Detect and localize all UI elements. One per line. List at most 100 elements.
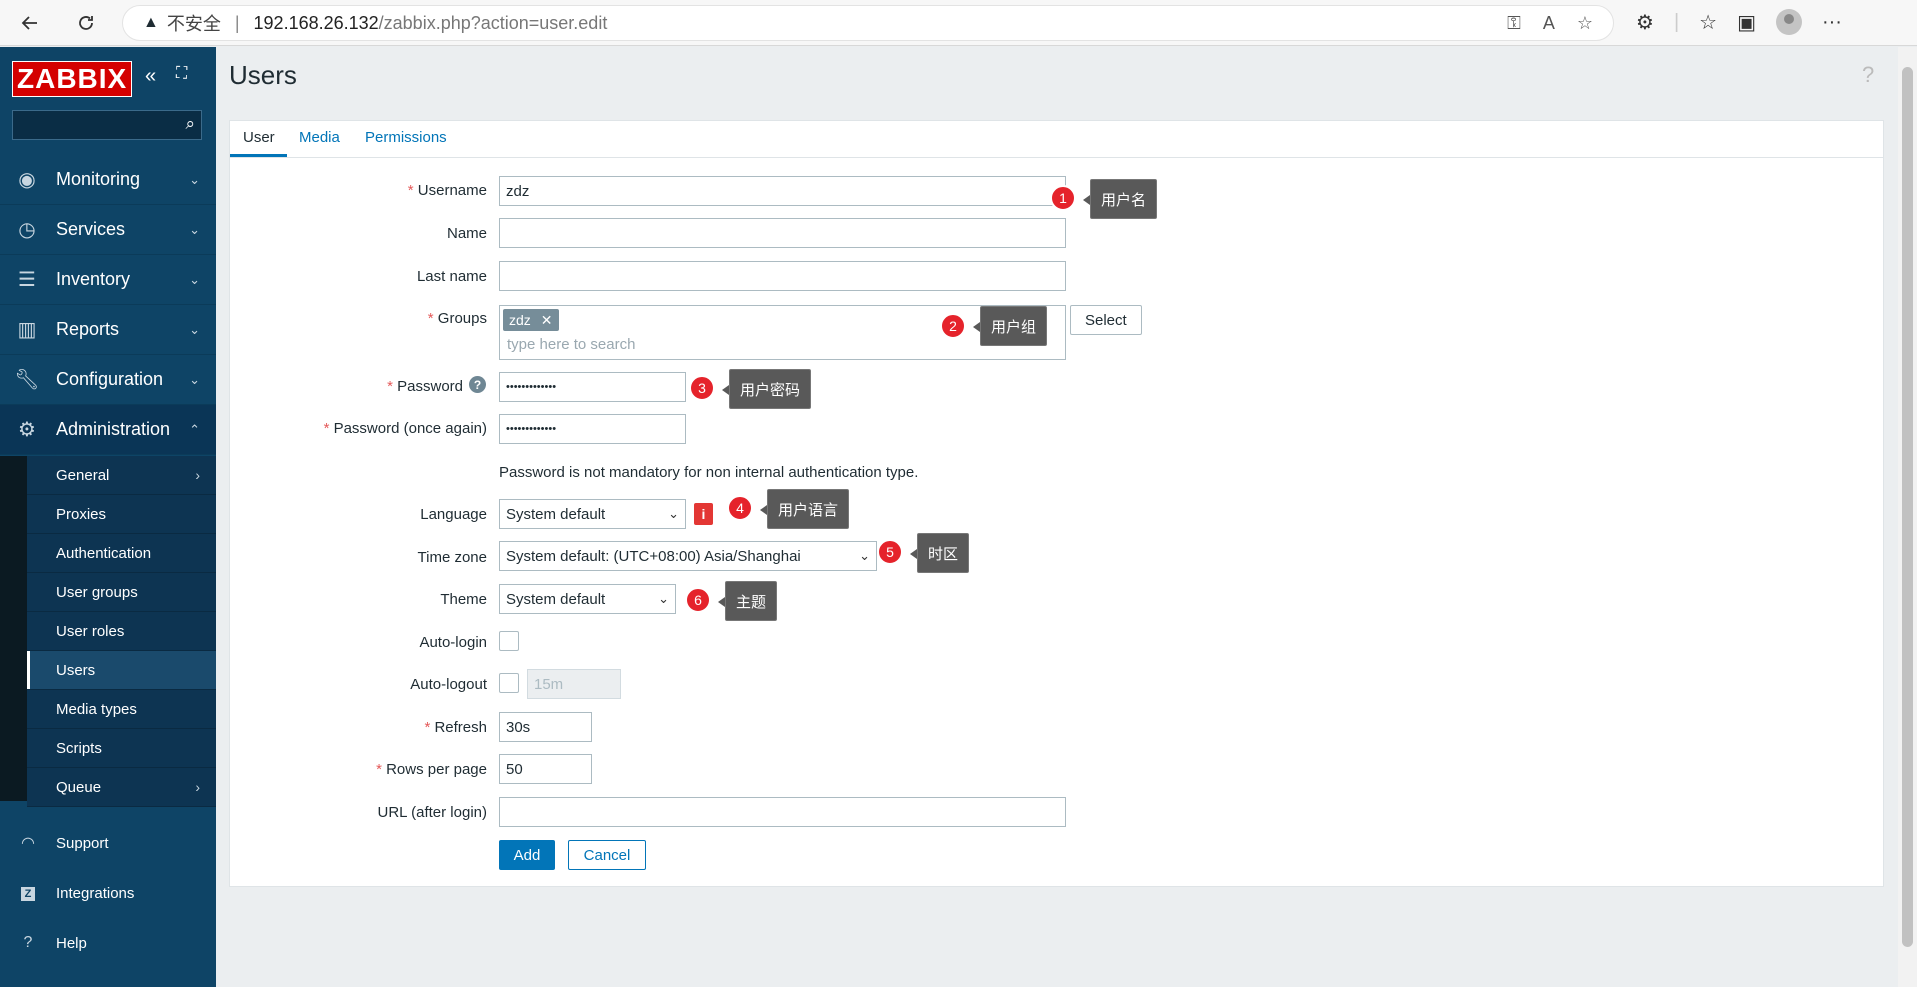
language-label: Language bbox=[420, 506, 487, 523]
autologin-checkbox[interactable] bbox=[499, 631, 519, 651]
headset-icon: ◠ bbox=[21, 835, 35, 852]
rows-per-page-label: * Rows per page bbox=[187, 761, 487, 778]
menu-label: Administration bbox=[56, 419, 171, 439]
browser-right-icons: ⚙ | ☆ ▣ ··· bbox=[1636, 9, 1842, 35]
favorites-icon[interactable]: ☆ bbox=[1699, 10, 1717, 35]
menu-label: Inventory bbox=[56, 269, 131, 289]
menu-monitoring[interactable]: ◉ Monitoring ⌄ bbox=[0, 155, 216, 205]
name-input[interactable] bbox=[499, 218, 1066, 248]
annotation-badge-5: 5 bbox=[877, 539, 903, 565]
chevron-right-icon: › bbox=[195, 467, 200, 483]
key-icon[interactable]: ⚿ bbox=[1507, 13, 1521, 34]
menu-inventory[interactable]: ☰ Inventory ⌄ bbox=[0, 255, 216, 305]
menu-help[interactable]: ? Help bbox=[0, 918, 216, 968]
theme-select[interactable]: System default ⌄ bbox=[499, 584, 676, 614]
tab-user[interactable]: User bbox=[243, 129, 275, 146]
eye-icon: ◉ bbox=[18, 169, 36, 191]
add-button[interactable]: Add bbox=[499, 840, 555, 870]
zabbix-logo[interactable]: ZABBIX bbox=[12, 61, 133, 97]
toolbar-divider: | bbox=[1673, 10, 1680, 33]
reload-icon[interactable] bbox=[72, 9, 100, 37]
groups-search-placeholder[interactable]: type here to search bbox=[507, 336, 635, 353]
annotation-badge-2: 2 bbox=[940, 313, 966, 339]
password2-label-text: Password (once again) bbox=[333, 420, 487, 437]
menu-administration[interactable]: ⚙ Administration ⌃ bbox=[0, 405, 216, 455]
password-help-icon[interactable]: ? bbox=[469, 376, 486, 393]
administration-submenu: General › Proxies Authentication User gr… bbox=[0, 456, 216, 807]
url-text: 192.168.26.132/zabbix.php?action=user.ed… bbox=[254, 13, 608, 34]
refresh-input[interactable]: 30s bbox=[499, 712, 592, 742]
more-icon[interactable]: ··· bbox=[1822, 11, 1842, 34]
menu-label: Reports bbox=[56, 319, 120, 339]
language-value: System default bbox=[506, 505, 606, 523]
password-label: * Password bbox=[163, 378, 463, 395]
help-question-icon[interactable]: ? bbox=[1862, 62, 1874, 88]
username-input[interactable]: zdz bbox=[499, 176, 1066, 206]
menu-support[interactable]: ◠ Support bbox=[0, 818, 216, 868]
menu-integrations[interactable]: Z Integrations bbox=[0, 868, 216, 918]
profile-avatar[interactable] bbox=[1775, 9, 1802, 35]
gear-icon: ⚙ bbox=[18, 419, 36, 441]
tab-bar: User Media Permissions bbox=[230, 121, 1883, 158]
submenu-label: Authentication bbox=[56, 544, 152, 562]
theme-value: System default bbox=[506, 590, 606, 608]
password-input[interactable]: ••••••••••••• bbox=[499, 372, 686, 402]
chevron-down-icon: ⌄ bbox=[668, 506, 679, 521]
browser-toolbar: ▲ 不安全 | 192.168.26.132/zabbix.php?action… bbox=[0, 0, 1917, 46]
kiosk-mode-icon[interactable]: ⛶ bbox=[176, 65, 187, 83]
tab-permissions[interactable]: Permissions bbox=[365, 129, 447, 146]
extensions-icon[interactable]: ⚙ bbox=[1636, 10, 1654, 35]
remove-chip-icon[interactable]: ✕ bbox=[541, 312, 553, 329]
annotation-callout-1: 用户名 bbox=[1082, 179, 1158, 219]
cancel-button[interactable]: Cancel bbox=[568, 840, 646, 870]
annotation-callout-4: 用户语言 bbox=[759, 489, 850, 529]
language-select[interactable]: System default ⌄ bbox=[499, 499, 686, 529]
z-icon: Z bbox=[16, 884, 40, 902]
scrollbar-thumb[interactable] bbox=[1902, 67, 1913, 947]
url-after-login-input[interactable] bbox=[499, 797, 1066, 827]
chevron-right-icon: › bbox=[195, 779, 200, 795]
password-label-text: Password bbox=[397, 378, 463, 395]
menu-reports[interactable]: ▥ Reports ⌄ bbox=[0, 305, 216, 355]
autologout-label: Auto-logout bbox=[410, 676, 487, 693]
question-icon: ? bbox=[23, 934, 33, 951]
read-aloud-icon[interactable]: A bbox=[1543, 13, 1555, 34]
tab-media[interactable]: Media bbox=[299, 129, 340, 146]
active-tab-indicator bbox=[230, 154, 287, 157]
timezone-select[interactable]: System default: (UTC+08:00) Asia/Shangha… bbox=[499, 541, 877, 571]
collections-icon[interactable]: ▣ bbox=[1737, 10, 1756, 35]
page-scrollbar[interactable] bbox=[1898, 47, 1917, 987]
back-icon[interactable] bbox=[16, 9, 44, 37]
lastname-input[interactable] bbox=[499, 261, 1066, 291]
language-info-icon[interactable]: i bbox=[694, 503, 713, 525]
refresh-label-text: Refresh bbox=[434, 719, 487, 736]
rows-per-page-label-text: Rows per page bbox=[386, 761, 487, 778]
menu-label: Monitoring bbox=[56, 169, 141, 189]
annotation-badge-3: 3 bbox=[689, 375, 715, 401]
search-icon[interactable]: ⌕ bbox=[185, 114, 195, 134]
submenu-label: Users bbox=[56, 661, 96, 679]
favorite-add-icon[interactable]: ☆ bbox=[1577, 13, 1593, 34]
required-marker: * bbox=[376, 761, 387, 778]
autologout-checkbox[interactable] bbox=[499, 673, 519, 693]
rows-per-page-input[interactable]: 50 bbox=[499, 754, 592, 784]
clock-icon: ◷ bbox=[18, 219, 36, 241]
group-chip[interactable]: zdz ✕ bbox=[503, 309, 559, 331]
groups-select-button[interactable]: Select bbox=[1070, 305, 1142, 335]
bottom-label: Support bbox=[56, 834, 109, 852]
menu-services[interactable]: ◷ Services ⌄ bbox=[0, 205, 216, 255]
required-marker: * bbox=[323, 420, 334, 437]
name-label: Name bbox=[446, 225, 487, 242]
password-again-input[interactable]: ••••••••••••• bbox=[499, 414, 686, 444]
required-marker: * bbox=[407, 182, 418, 199]
sidebar-search-input[interactable]: ⌕ bbox=[12, 110, 202, 140]
chevron-down-icon: ⌄ bbox=[658, 591, 669, 606]
address-bar[interactable]: ▲ 不安全 | 192.168.26.132/zabbix.php?action… bbox=[122, 5, 1614, 41]
chevron-down-icon: ⌄ bbox=[859, 548, 870, 563]
page-title: Users bbox=[229, 60, 297, 90]
submenu-general[interactable]: General › bbox=[27, 456, 216, 495]
required-marker: * bbox=[427, 310, 438, 327]
submenu-label: General bbox=[56, 466, 110, 484]
collapse-sidebar-icon[interactable]: « bbox=[145, 65, 156, 88]
menu-label: Configuration bbox=[56, 369, 164, 389]
